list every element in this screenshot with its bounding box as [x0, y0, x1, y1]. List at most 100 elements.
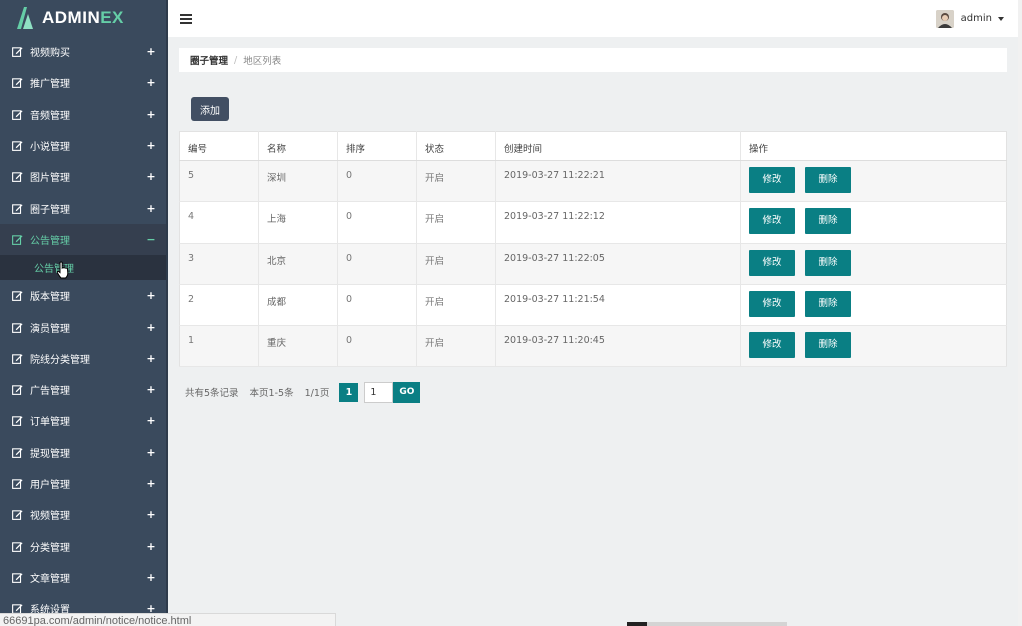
table-row: 4 上海 0 开启 2019-03-27 11:22:12 修改 删除	[179, 201, 1007, 244]
edit-icon	[12, 322, 23, 333]
breadcrumb-separator: /	[234, 54, 238, 66]
cell-sort: 0	[337, 160, 417, 203]
sidebar-item-9[interactable]: 院线分类管理 +	[0, 343, 166, 374]
delete-button[interactable]: 删除	[805, 290, 851, 317]
sidebar-item-15[interactable]: 分类管理 +	[0, 530, 166, 561]
horizontal-scrollbar[interactable]	[627, 622, 787, 626]
edit-icon	[12, 109, 23, 120]
sidebar-item-label: 订单管理	[30, 417, 70, 429]
delete-button[interactable]: 删除	[805, 208, 851, 235]
sidebar-item-13[interactable]: 用户管理 +	[0, 468, 166, 499]
plus-icon: +	[146, 170, 156, 184]
cell-id: 5	[179, 160, 259, 203]
sidebar-item-12[interactable]: 提现管理 +	[0, 437, 166, 468]
hand-cursor-icon	[56, 261, 69, 279]
sidebar-item-2[interactable]: 音频管理 +	[0, 99, 166, 130]
edit-icon	[12, 46, 23, 58]
col-header-status: 状态	[416, 131, 496, 161]
sidebar-menu: 视频购买 + 推广管理 + 音频管理 + 小说管理 + 图片管理 + 圈子管理 + 公告管理 − 公告管理版…	[0, 36, 166, 624]
sidebar-item-3[interactable]: 小说管理 +	[0, 130, 166, 161]
edit-button[interactable]: 修改	[749, 290, 795, 317]
pagination-current-page[interactable]: 1	[339, 382, 359, 402]
breadcrumb-parent[interactable]: 圈子管理	[190, 53, 228, 67]
plus-icon: +	[146, 351, 156, 365]
edit-button[interactable]: 修改	[749, 332, 795, 359]
sidebar-item-16[interactable]: 文章管理 +	[0, 562, 166, 593]
page-jump-input[interactable]	[364, 381, 394, 403]
sidebar-subitem-6-0[interactable]: 公告管理	[0, 255, 166, 281]
edit-icon	[12, 541, 23, 552]
sidebar-item-label: 版本管理	[30, 292, 70, 304]
page-go-button[interactable]: GO	[393, 381, 421, 403]
sidebar-item-label: 公告管理	[30, 235, 70, 247]
logo-mark-icon	[14, 6, 34, 30]
delete-button[interactable]: 删除	[805, 249, 851, 276]
cell-id: 3	[179, 243, 259, 285]
sidebar-item-0[interactable]: 视频购买 +	[0, 36, 166, 67]
plus-icon: +	[146, 414, 156, 428]
top-header: admin	[168, 0, 1018, 37]
table-header: 编号 名称 排序 状态 创建时间 操作	[179, 131, 1007, 161]
cell-sort: 0	[337, 201, 417, 244]
sidebar-item-label: 分类管理	[30, 542, 70, 554]
sidebar-item-7[interactable]: 版本管理 +	[0, 280, 166, 311]
table-body: 5 深圳 0 开启 2019-03-27 11:22:21 修改 删除 4 上海 0 开启 2019-…	[179, 160, 1007, 368]
plus-icon: +	[146, 477, 156, 490]
cell-actions: 修改 删除	[740, 284, 1007, 327]
cell-created: 2019-03-27 11:20:45	[495, 325, 741, 368]
logo[interactable]: ADMINEX	[0, 0, 166, 36]
cell-status: 开启	[416, 243, 496, 285]
minus-icon: −	[146, 232, 156, 246]
cell-name: 深圳	[258, 160, 338, 203]
cell-actions: 修改 删除	[740, 201, 1007, 244]
sidebar-item-8[interactable]: 演员管理 +	[0, 311, 166, 342]
sidebar-item-5[interactable]: 圈子管理 +	[0, 192, 166, 223]
breadcrumb: 圈子管理 / 地区列表	[179, 48, 1007, 72]
sidebar-item-4[interactable]: 图片管理 +	[0, 161, 166, 192]
sidebar-item-1[interactable]: 推广管理 +	[0, 67, 166, 98]
edit-button[interactable]: 修改	[749, 167, 795, 193]
cell-actions: 修改 删除	[740, 160, 1007, 203]
cell-id: 2	[179, 284, 259, 327]
vertical-scrollbar[interactable]	[1018, 0, 1022, 626]
delete-button[interactable]: 删除	[805, 167, 851, 193]
table-row: 2 成都 0 开启 2019-03-27 11:21:54 修改 删除	[179, 284, 1007, 327]
sidebar-item-14[interactable]: 视频管理 +	[0, 499, 166, 530]
cell-status: 开启	[416, 201, 496, 244]
plus-icon: +	[146, 76, 156, 90]
plus-icon: +	[146, 107, 156, 121]
plus-icon: +	[146, 320, 156, 334]
edit-icon	[12, 353, 23, 364]
sidebar-item-label: 小说管理	[30, 142, 70, 154]
cell-name: 北京	[258, 243, 338, 285]
cell-created: 2019-03-27 11:22:21	[495, 160, 741, 203]
user-menu[interactable]: admin	[935, 9, 1004, 28]
table-row: 5 深圳 0 开启 2019-03-27 11:22:21 修改 删除	[179, 160, 1007, 203]
sidebar-item-label: 圈子管理	[30, 204, 70, 216]
plus-icon: +	[146, 45, 156, 59]
edit-icon	[12, 415, 23, 427]
cell-created: 2019-03-27 11:22:05	[495, 243, 741, 285]
sidebar-item-label: 广告管理	[30, 386, 70, 398]
cell-actions: 修改 删除	[740, 325, 1007, 368]
delete-button[interactable]: 删除	[805, 332, 851, 359]
sidebar-item-label: 院线分类管理	[30, 354, 90, 366]
plus-icon: +	[146, 289, 156, 303]
sidebar-item-11[interactable]: 订单管理 +	[0, 405, 166, 436]
menu-toggle-icon[interactable]	[180, 13, 192, 24]
logo-text: ADMINEX	[42, 8, 124, 27]
sidebar-item-10[interactable]: 广告管理 +	[0, 374, 166, 405]
col-header-sort: 排序	[337, 131, 417, 161]
cell-sort: 0	[337, 284, 417, 327]
add-button[interactable]: 添加	[191, 97, 229, 121]
edit-button[interactable]: 修改	[749, 208, 795, 235]
table-row: 3 北京 0 开启 2019-03-27 11:22:05 修改 删除	[179, 243, 1007, 285]
plus-icon: +	[146, 445, 156, 459]
cell-created: 2019-03-27 11:21:54	[495, 284, 741, 327]
edit-button[interactable]: 修改	[749, 249, 795, 276]
cell-sort: 0	[337, 325, 417, 368]
sidebar-item-label: 视频购买	[30, 48, 70, 60]
cell-status: 开启	[416, 284, 496, 327]
sidebar-item-6[interactable]: 公告管理 −	[0, 223, 166, 256]
cell-id: 1	[179, 325, 259, 368]
